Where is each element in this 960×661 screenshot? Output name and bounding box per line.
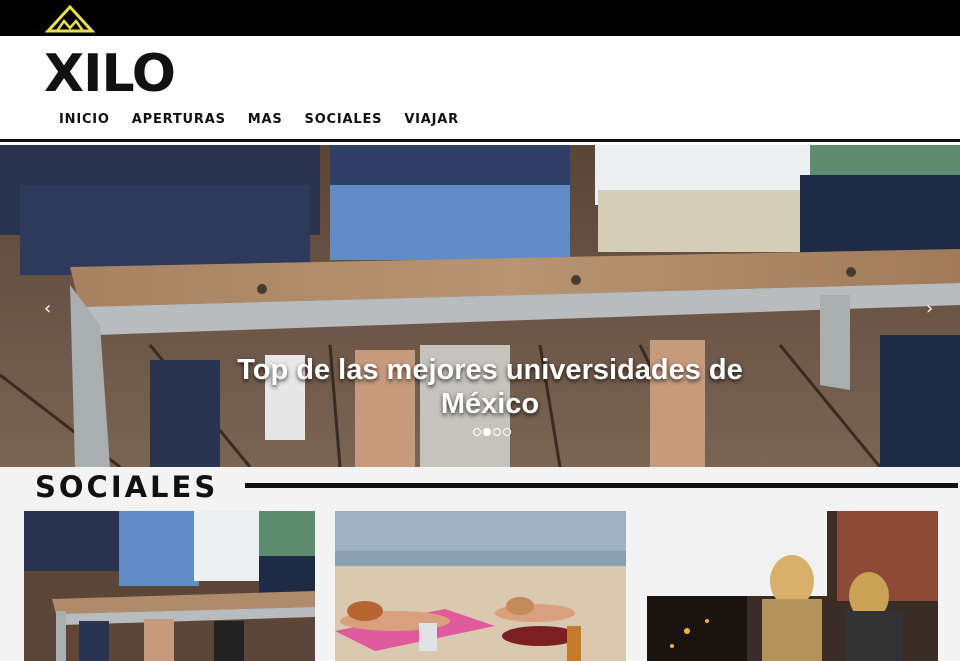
chevron-left-icon[interactable]: ‹ [44, 298, 51, 319]
site-header: XILO INICIO APERTURAS MAS SOCIALES VIAJA… [0, 36, 960, 142]
nav-item-sociales[interactable]: SOCIALES [305, 112, 383, 127]
article-card-beach[interactable] [335, 511, 626, 661]
nav-item-mas[interactable]: MAS [248, 112, 283, 127]
slider-dots [472, 428, 512, 436]
nav-item-aperturas[interactable]: APERTURAS [132, 112, 226, 127]
beach-sunbathing-photo [335, 511, 626, 661]
mountain-triangle-icon[interactable] [45, 4, 95, 34]
section-title: SOCIALES [35, 470, 219, 504]
section-divider [245, 483, 958, 488]
slider-dot[interactable] [473, 428, 481, 436]
hero-caption[interactable]: Top de las mejores universidades de Méxi… [200, 353, 780, 421]
site-logo[interactable]: XILO [44, 44, 176, 104]
article-card-bench[interactable] [24, 511, 315, 661]
people-on-bench-photo [24, 511, 315, 661]
chevron-right-icon[interactable]: › [926, 298, 933, 319]
hero-slider[interactable]: Top de las mejores universidades de Méxi… [0, 145, 960, 467]
slider-dot-active[interactable] [483, 428, 491, 436]
top-bar [0, 0, 960, 36]
nav-item-viajar[interactable]: VIAJAR [404, 112, 459, 127]
slider-dot[interactable] [503, 428, 511, 436]
couple-by-fireplace-photo [647, 511, 938, 661]
main-nav: INICIO APERTURAS MAS SOCIALES VIAJAR [48, 112, 470, 127]
nav-item-inicio[interactable]: INICIO [59, 112, 110, 127]
sociales-section: SOCIALES [0, 467, 960, 661]
article-card-couple[interactable] [647, 511, 938, 661]
slider-dot[interactable] [493, 428, 501, 436]
